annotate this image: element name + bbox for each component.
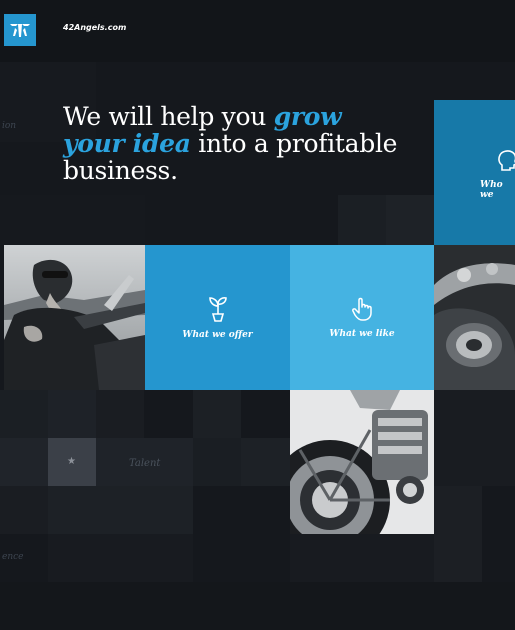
- plant-sprout-icon: [208, 296, 227, 322]
- hero-accent-idea: your idea: [63, 129, 191, 158]
- bg-tile: [241, 438, 290, 486]
- bg-tile: [96, 390, 144, 438]
- bg-tile: [193, 390, 241, 438]
- engine-photo: [290, 390, 434, 534]
- page: 42Angels.com ion ence We will help you g…: [0, 0, 515, 630]
- angel-wings-logo-icon: [10, 24, 30, 37]
- what-we-offer-tile[interactable]: What we offer: [145, 245, 290, 390]
- who-we-label: Who we: [480, 180, 503, 200]
- bg-tile: [0, 195, 145, 245]
- logo-button[interactable]: [4, 14, 36, 46]
- head-profile-icon: [498, 150, 515, 177]
- what-we-offer-label: What we offer: [182, 329, 253, 340]
- rider-photo: [4, 245, 145, 390]
- bg-tile: [0, 390, 48, 438]
- hero-accent-grow: grow: [273, 102, 342, 131]
- bg-tile: [290, 534, 434, 582]
- star-icon: ★: [67, 456, 76, 467]
- bg-tile: [434, 486, 482, 582]
- bg-tile: [0, 582, 515, 630]
- hero-line2-rest: into a profitable: [190, 129, 398, 158]
- side-label-bottom[interactable]: ence: [2, 552, 24, 562]
- bg-tile: [386, 195, 434, 245]
- hero-headline: We will help you grow your idea into a p…: [63, 103, 423, 184]
- hero-line1-prefix: We will help you: [63, 102, 274, 131]
- bg-tile: [48, 390, 96, 438]
- what-we-like-label: What we like: [329, 328, 395, 339]
- talent-label[interactable]: Talent: [129, 458, 160, 469]
- bg-tile: [434, 390, 515, 486]
- pointing-hand-icon: [352, 297, 372, 321]
- side-label-top[interactable]: ion: [2, 121, 16, 131]
- bg-tile: [338, 195, 386, 245]
- site-name-link[interactable]: 42Angels.com: [63, 23, 126, 32]
- bg-tile: [0, 438, 48, 486]
- bg-tile: [193, 438, 241, 486]
- handlebar-photo: [434, 245, 515, 390]
- what-we-like-tile[interactable]: What we like: [290, 245, 434, 390]
- bg-tile: [0, 486, 48, 534]
- hero-line3: business.: [63, 156, 178, 185]
- bg-tile: [48, 486, 193, 534]
- bg-tile: [48, 534, 193, 582]
- who-we-are-tile[interactable]: Who we: [434, 100, 515, 245]
